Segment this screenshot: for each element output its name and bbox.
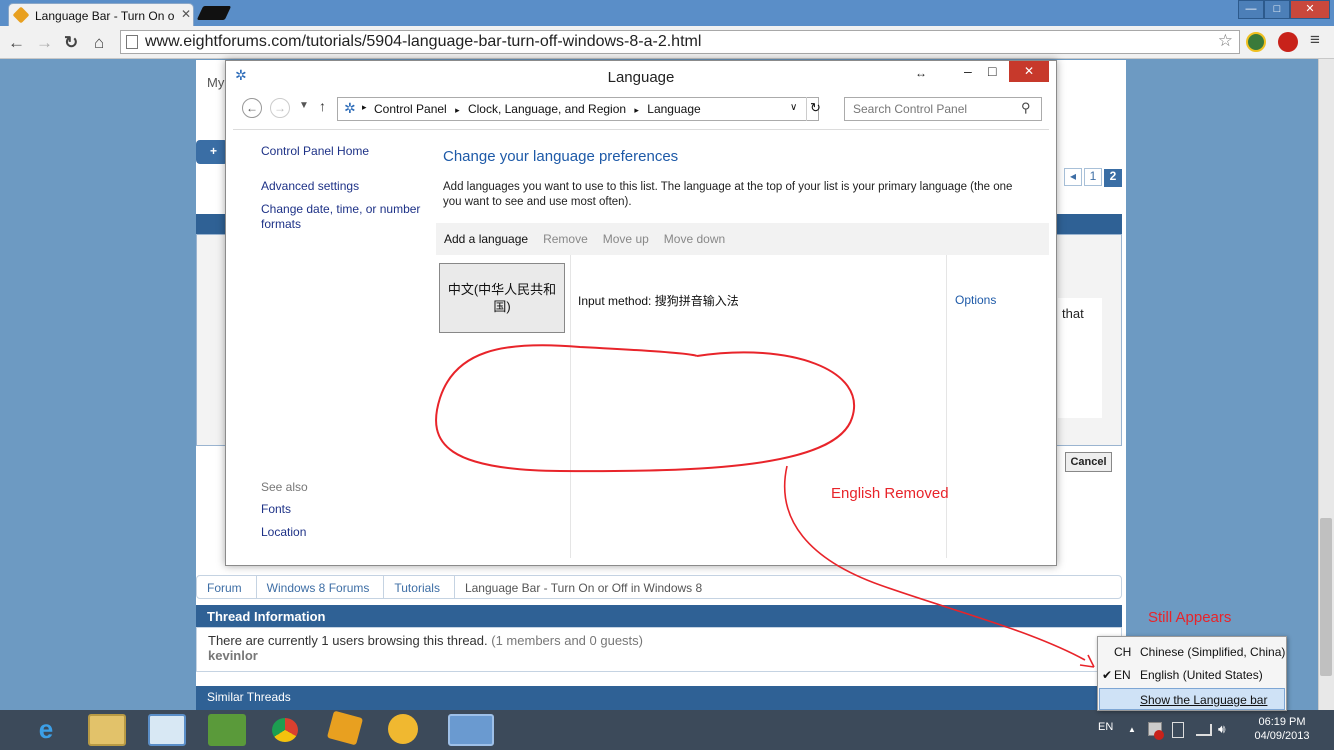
control-panel-taskbar-icon[interactable] (448, 714, 494, 746)
language-code: CH (1114, 645, 1132, 659)
checkmark-icon: ✔ (1102, 668, 1113, 682)
file-explorer-icon[interactable] (88, 714, 126, 746)
network-icon[interactable] (1196, 724, 1212, 736)
language-label: English (United States) (1140, 668, 1263, 682)
battery-icon[interactable] (1172, 722, 1184, 738)
english-removed-annotation: English Removed (831, 485, 949, 502)
language-label: Chinese (Simplified, China) (1140, 645, 1286, 659)
removed-ring (435, 344, 855, 473)
clock-time: 06:19 PM (1258, 716, 1306, 728)
language-indicator[interactable]: EN (1098, 721, 1113, 733)
evernote-icon[interactable] (208, 714, 246, 746)
still-appears-annotation: Still Appears (1148, 609, 1232, 626)
tray-overflow-icon[interactable]: ▲ (1128, 725, 1136, 734)
utility-icon[interactable] (388, 714, 418, 744)
show-language-bar-item[interactable]: Show the Language bar (1099, 688, 1285, 710)
clock-date: 04/09/2013 (1254, 730, 1310, 742)
connector-arrowhead (1079, 654, 1095, 668)
alert-badge-icon (1154, 730, 1164, 740)
internet-explorer-icon[interactable]: e (27, 714, 65, 746)
language-menu-popup: CH Chinese (Simplified, China) ✔ EN English… (1097, 636, 1287, 711)
clock[interactable]: 06:19 PM 04/09/2013 (1254, 716, 1310, 742)
volume-icon[interactable]: 🔊︎ (1218, 722, 1226, 737)
chrome-icon[interactable] (268, 714, 302, 746)
language-code: EN (1114, 668, 1131, 682)
language-menu-item-english[interactable]: ✔ EN English (United States) (1098, 664, 1286, 684)
language-menu-item-chinese[interactable]: CH Chinese (Simplified, China) (1098, 641, 1286, 661)
store-icon[interactable] (148, 714, 186, 746)
